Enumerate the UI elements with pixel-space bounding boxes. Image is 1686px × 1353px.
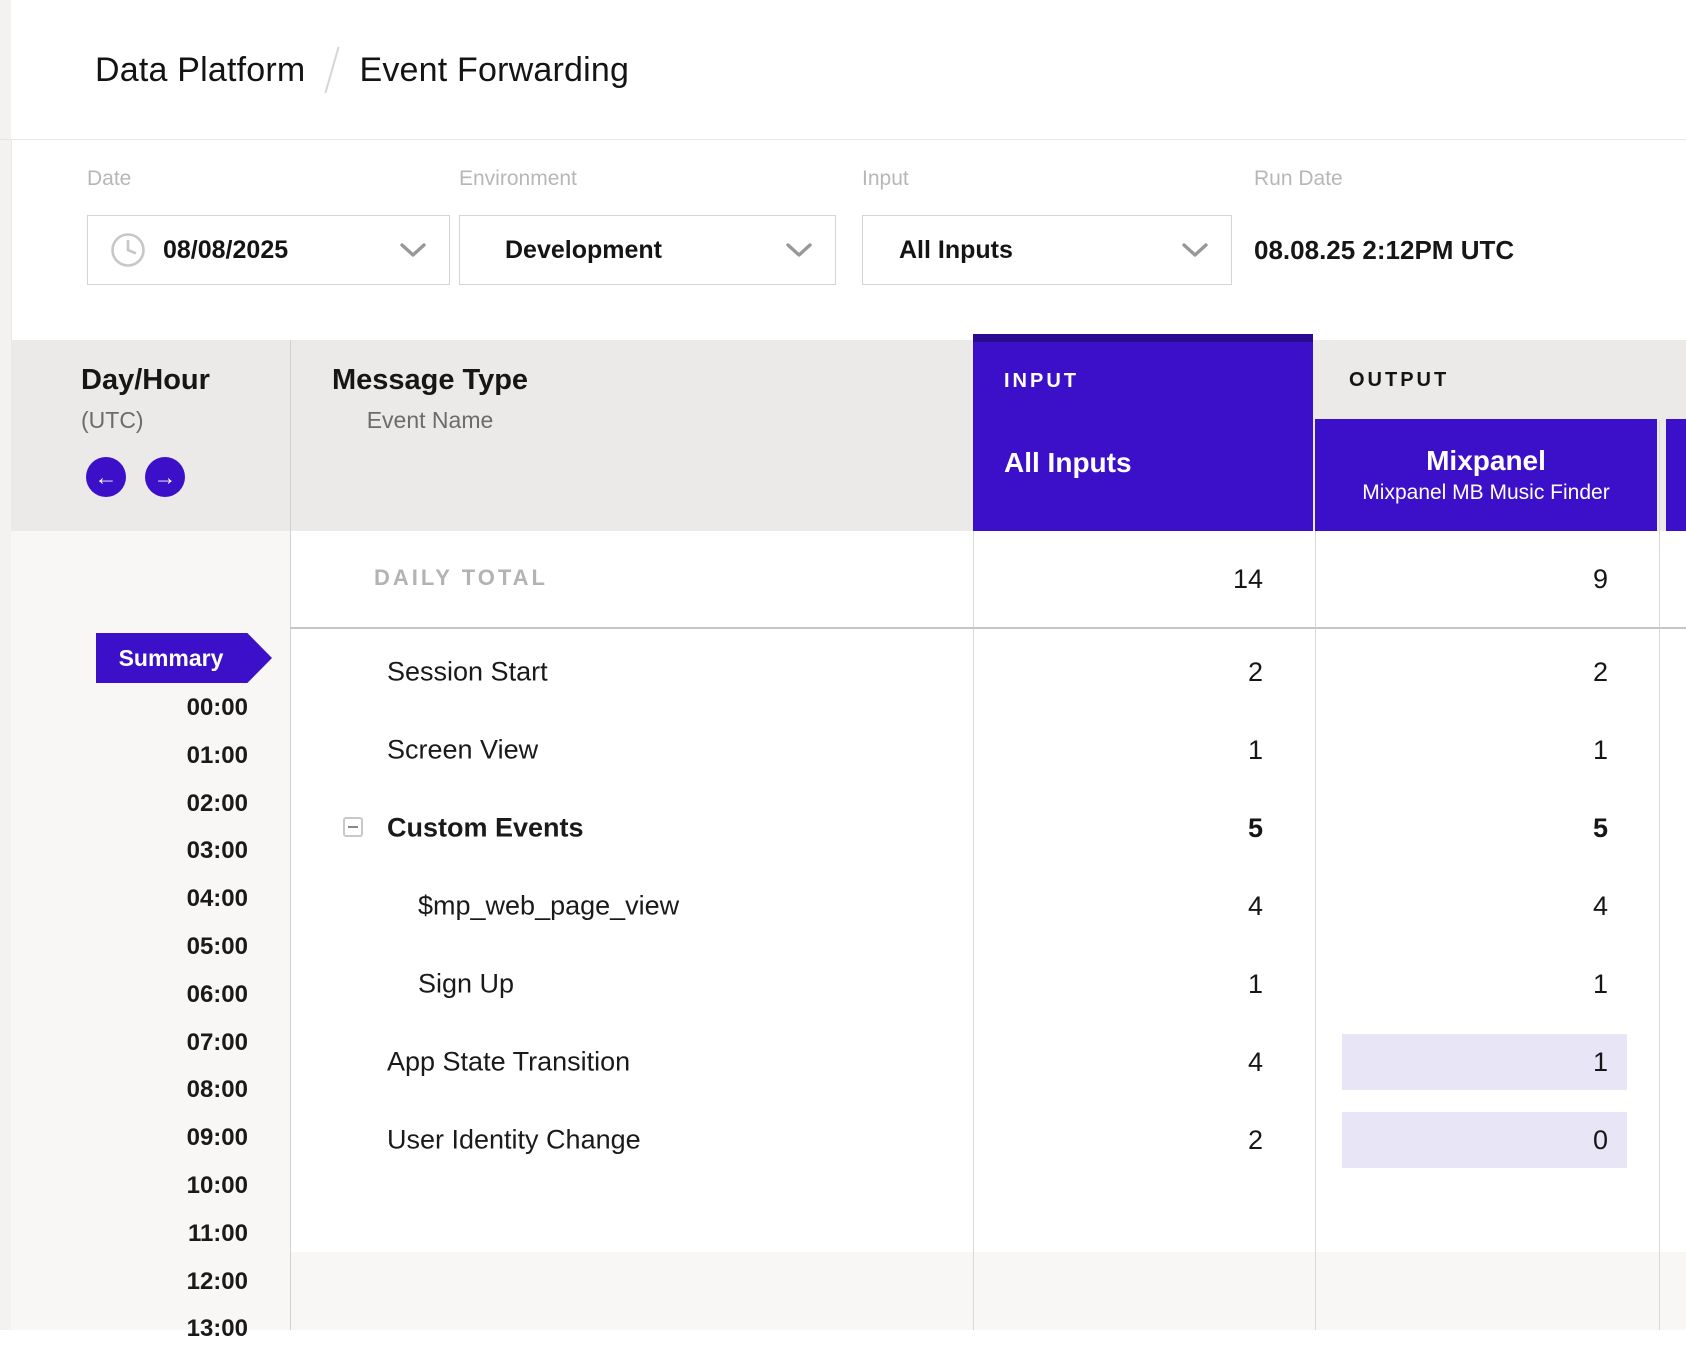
clock-icon [110, 232, 146, 268]
breadcrumb-section[interactable]: Data Platform [95, 51, 305, 90]
output-count: 2 [290, 633, 1608, 711]
hour-item[interactable]: 00:00 [11, 684, 248, 732]
hour-item[interactable]: 07:00 [11, 1019, 248, 1067]
table-row: Custom Events55 [290, 789, 1686, 867]
table-row: Session Start22 [290, 633, 1686, 711]
hour-item[interactable]: 11:00 [11, 1210, 248, 1258]
output-count: 1 [290, 1023, 1608, 1101]
output-count: 4 [290, 867, 1608, 945]
event-forwarding-page: Data Platform Event Forwarding Date 08/0… [0, 0, 1686, 1330]
table-row: $mp_web_page_view44 [290, 867, 1686, 945]
output-count: 0 [290, 1101, 1608, 1179]
table-row: Screen View11 [290, 711, 1686, 789]
hour-item[interactable]: 06:00 [11, 971, 248, 1019]
day-hour-subtitle: (UTC) [81, 407, 144, 434]
output-count: 1 [290, 945, 1608, 1023]
hour-item[interactable]: 02:00 [11, 780, 248, 828]
hour-item[interactable]: 01:00 [11, 732, 248, 780]
summary-label: Summary [119, 645, 224, 672]
day-hour-header: Day/Hour [81, 364, 210, 397]
date-filter-label: Date [87, 168, 131, 189]
next-day-button[interactable]: → [145, 457, 185, 497]
hour-item[interactable]: 10:00 [11, 1162, 248, 1210]
hour-item[interactable]: 09:00 [11, 1114, 248, 1162]
event-rows: Session Start22Screen View11Custom Event… [290, 0, 1686, 1330]
hour-item[interactable]: 05:00 [11, 923, 248, 971]
arrow-right-icon: → [154, 466, 177, 489]
hour-item[interactable]: 08:00 [11, 1066, 248, 1114]
table-row: Sign Up11 [290, 945, 1686, 1023]
date-value: 08/08/2025 [163, 236, 288, 265]
hour-navigation-column: Summary 00:0001:0002:0003:0004:0005:0006… [11, 531, 290, 1330]
output-count: 1 [290, 711, 1608, 789]
arrow-left-icon: ← [95, 466, 118, 489]
previous-day-button[interactable]: ← [86, 457, 126, 497]
hour-item[interactable]: 04:00 [11, 875, 248, 923]
output-count: 5 [290, 789, 1608, 867]
hour-item[interactable]: 13:00 [11, 1305, 248, 1353]
table-row: User Identity Change20 [290, 1101, 1686, 1179]
table-row: App State Transition41 [290, 1023, 1686, 1101]
summary-row-badge[interactable]: Summary [96, 633, 272, 683]
hour-item[interactable]: 12:00 [11, 1258, 248, 1306]
hour-item[interactable]: 03:00 [11, 827, 248, 875]
